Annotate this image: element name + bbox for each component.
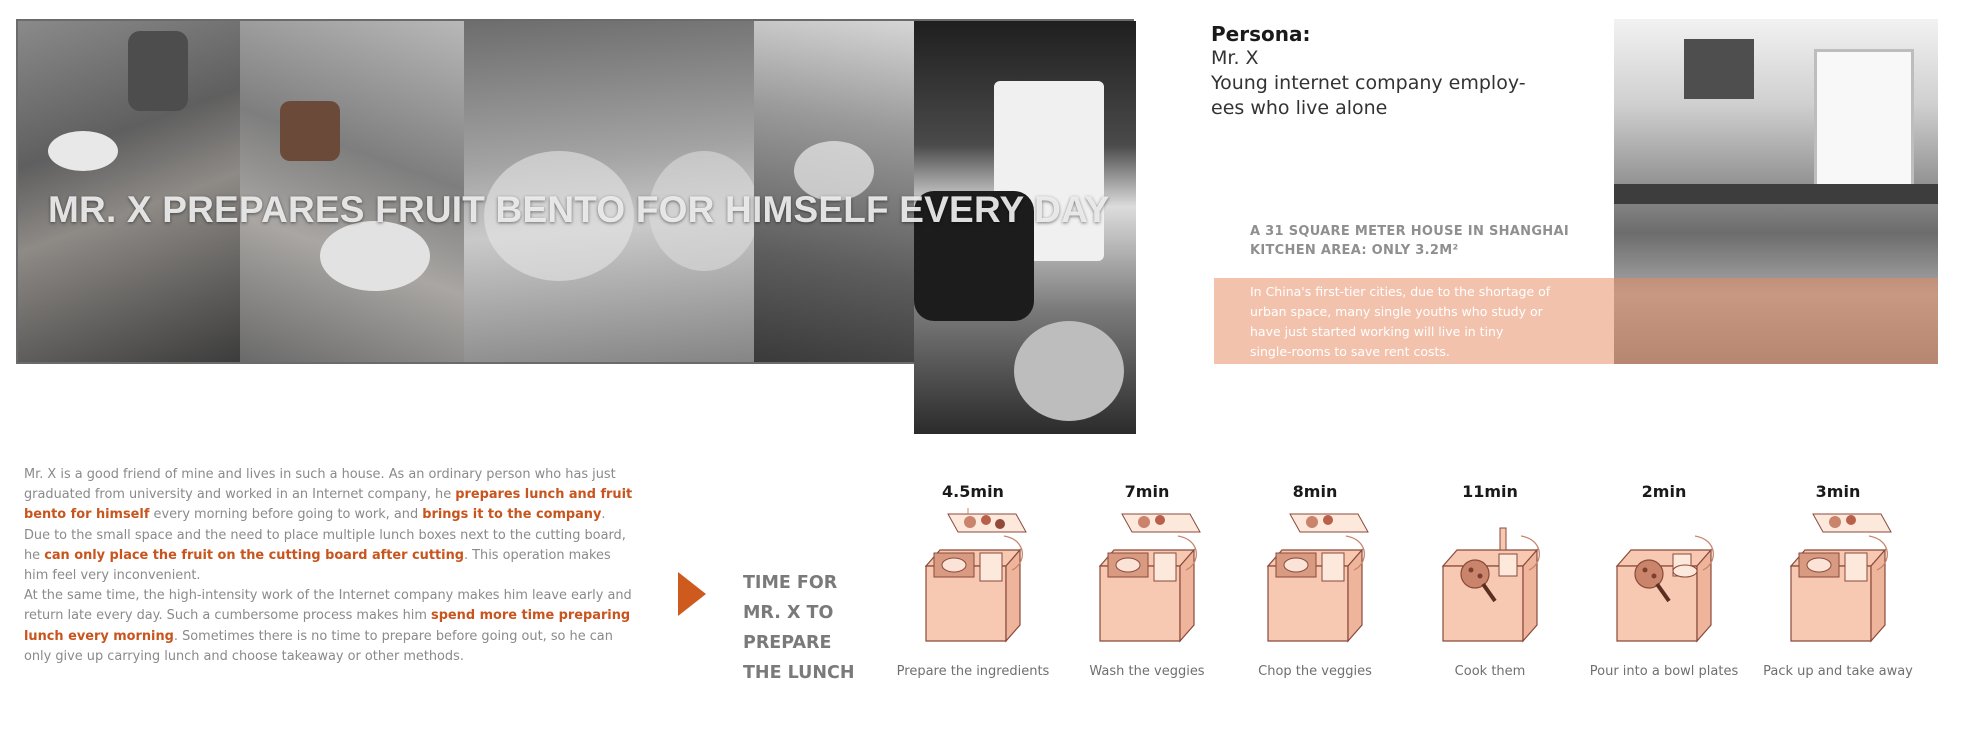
step-caption: Cook them: [1454, 664, 1526, 679]
hero-title: MR. X PREPARES FRUIT BENTO FOR HIMSELF E…: [48, 189, 1110, 230]
step-duration: 8min: [1292, 482, 1338, 501]
step-caption: Wash the veggies: [1089, 664, 1205, 679]
step-duration: 4.5min: [942, 482, 1004, 501]
persona-desc-line1: Young internet company employ-: [1211, 72, 1526, 94]
step-caption: Prepare the ingredients: [896, 664, 1050, 679]
step-caption: Pack up and take away: [1763, 664, 1913, 679]
step-duration: 2min: [1641, 482, 1687, 501]
step-duration: 11min: [1462, 482, 1518, 501]
house-info-line1: A 31 SQUARE METER HOUSE IN SHANGHAI: [1250, 224, 1569, 239]
prep-step: 11min Cook them: [1400, 482, 1580, 679]
prep-step: 3min Pack up and take away: [1748, 482, 1928, 679]
hero-photo-collage: MR. X PREPARES FRUIT BENTO FOR HIMSELF E…: [16, 19, 1136, 434]
time-section-title: TIME FOR MR. X TO PREPARE THE LUNCH: [743, 568, 855, 688]
ingredients-box-icon: [924, 508, 1027, 643]
band-text-line2: urban space, many single youths who stud…: [1250, 304, 1543, 319]
band-text-line3: have just started working will live in t…: [1250, 324, 1504, 339]
play-arrow-icon: [678, 572, 706, 616]
story-highlight: can only place the fruit on the cutting …: [44, 547, 464, 563]
prep-step: 8min Chop the veggies: [1225, 482, 1405, 679]
story-highlight: brings it to the company: [422, 507, 602, 523]
time-title-line1: TIME FOR: [743, 573, 838, 593]
prep-step: 2min Pour into a bowl plates: [1574, 482, 1754, 679]
pack-box-icon: [1789, 513, 1892, 643]
time-title-line2: MR. X TO: [743, 603, 834, 623]
time-title-line4: THE LUNCH: [743, 663, 855, 683]
band-text-line1: In China's first-tier cities, due to the…: [1250, 284, 1551, 299]
band-text-line4: single-rooms to save rent costs.: [1250, 344, 1450, 359]
persona-label: Persona:: [1211, 22, 1311, 46]
step-caption: Chop the veggies: [1258, 664, 1372, 679]
story-text: .: [601, 507, 606, 523]
story-paragraph: Mr. X is a good friend of mine and lives…: [24, 465, 639, 667]
cook-box-icon: [1441, 527, 1540, 643]
house-info-line2: KITCHEN AREA: ONLY 3.2M²: [1250, 243, 1459, 258]
house-info: A 31 SQUARE METER HOUSE IN SHANGHAI KITC…: [1250, 222, 1569, 260]
wash-box-icon: [1098, 513, 1201, 643]
time-title-line3: PREPARE: [743, 633, 832, 653]
step-duration: 3min: [1815, 482, 1861, 501]
step-caption: Pour into a bowl plates: [1589, 664, 1739, 679]
chop-box-icon: [1266, 513, 1369, 643]
persona-name: Mr. X: [1211, 47, 1259, 69]
persona-block: Persona: Mr. X Young internet company em…: [1211, 22, 1601, 121]
persona-desc-line2: ees who live alone: [1211, 97, 1388, 119]
prep-step: 4.5min Prepare the ingredients: [883, 482, 1063, 679]
step-duration: 7min: [1124, 482, 1170, 501]
band-text: In China's first-tier cities, due to the…: [1250, 282, 1600, 362]
story-text: every morning before going to work, and: [149, 507, 423, 523]
prep-step: 7min Wash the veggies: [1057, 482, 1237, 679]
pour-box-icon: [1615, 535, 1714, 643]
